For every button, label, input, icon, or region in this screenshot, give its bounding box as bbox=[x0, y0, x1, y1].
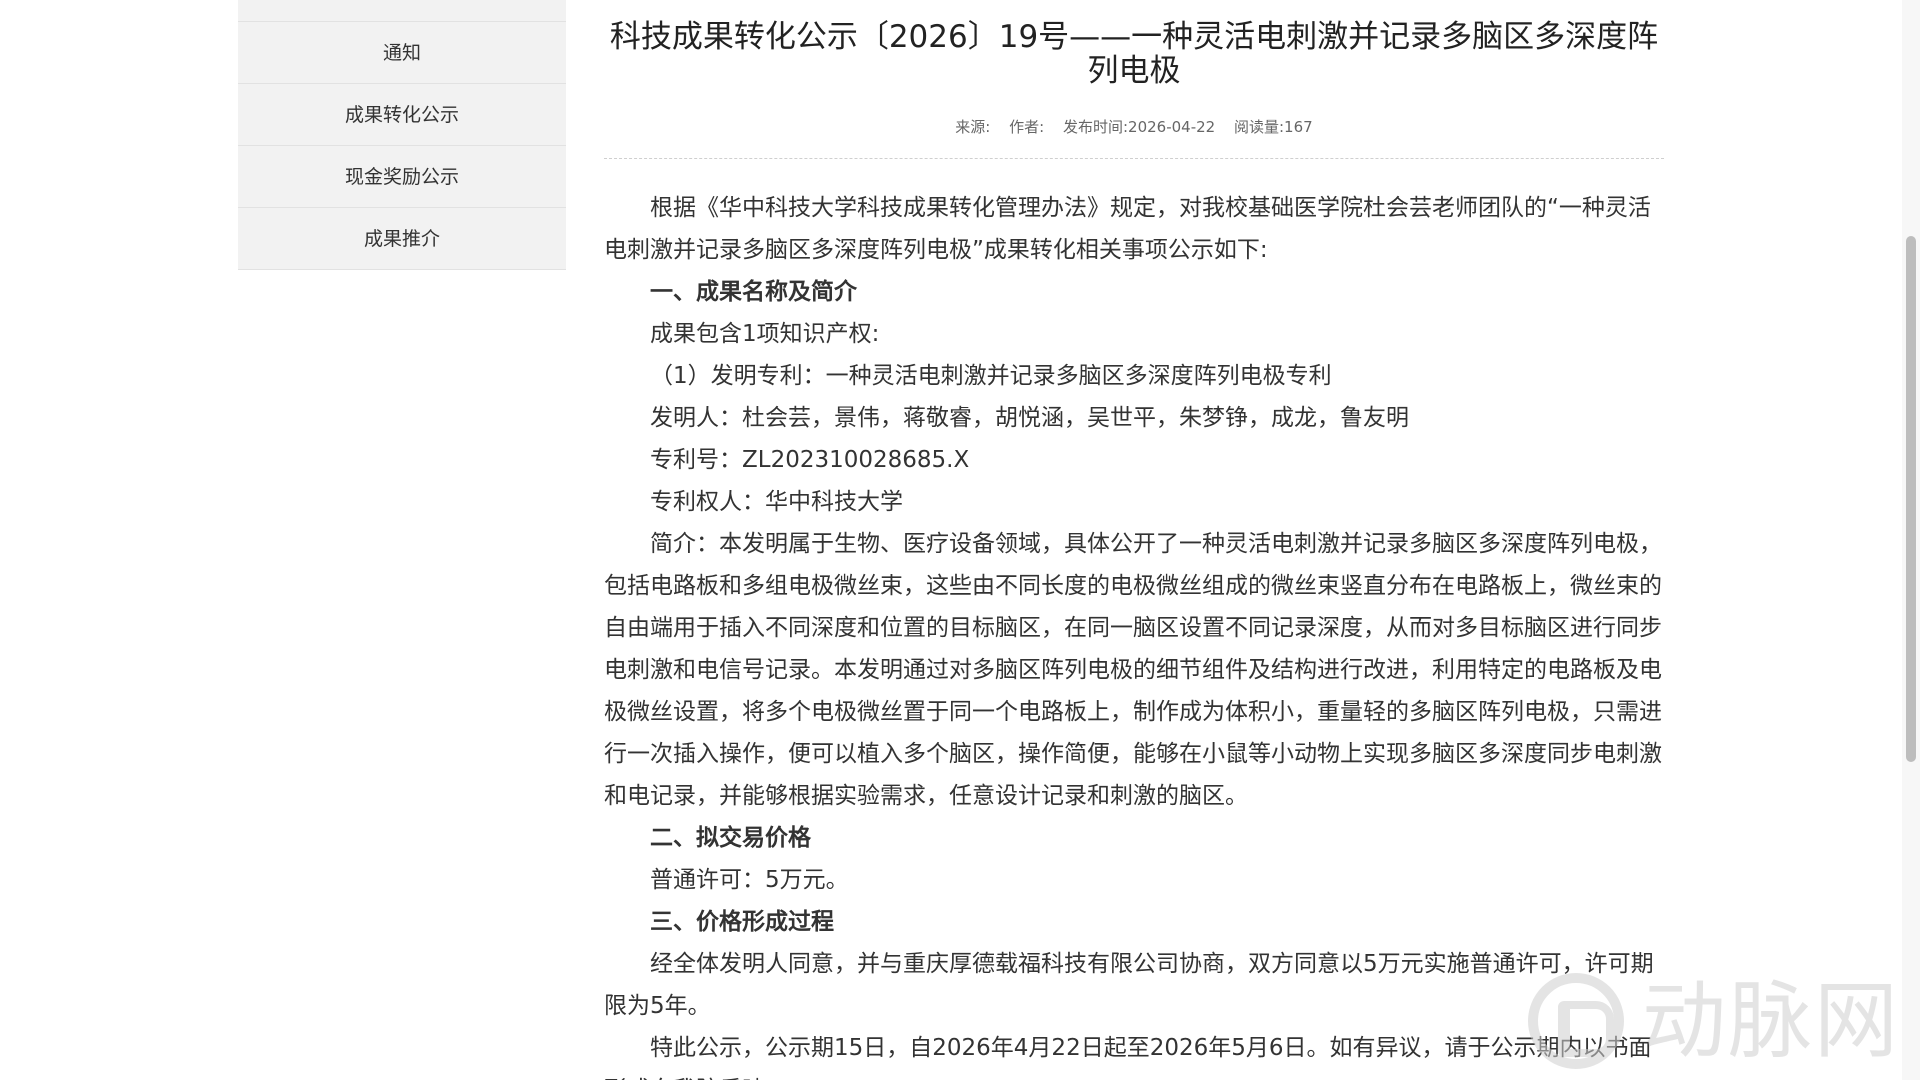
meta-views: 阅读量:167 bbox=[1234, 118, 1313, 136]
watermark-text: 动脉网 bbox=[1642, 972, 1901, 1070]
section-heading: 一、成果名称及简介 bbox=[650, 279, 857, 305]
paragraph: 专利权人：华中科技大学 bbox=[650, 489, 903, 515]
paragraph: 根据《华中科技大学科技成果转化管理办法》规定，对我校基础医学院杜会芸老师团队的“… bbox=[604, 195, 1651, 263]
paragraph: 普通许可：5万元。 bbox=[650, 867, 849, 893]
paragraph: 成果包含1项知识产权: bbox=[650, 321, 880, 347]
sidebar-item-latest-news[interactable]: 最新动态 bbox=[238, 0, 566, 22]
paragraph: 特此公示，公示期15日，自2026年4月22日起至2026年5月6日。如有异议，… bbox=[604, 1035, 1652, 1080]
watermark: 动脉网 bbox=[1528, 966, 1910, 1076]
section-heading: 三、价格形成过程 bbox=[650, 909, 834, 935]
scrollbar-track[interactable] bbox=[1902, 0, 1920, 1080]
meta-date: 发布时间:2026-04-22 bbox=[1062, 118, 1216, 136]
article-meta: 来源: 作者: 发布时间:2026-04-22 阅读量:167 bbox=[604, 116, 1664, 137]
article: 科技成果转化公示〔2026〕19号——一种灵活电刺激并记录多脑区多深度阵列电极 … bbox=[604, 20, 1664, 1080]
paragraph: 经全体发明人同意，并与重庆厚德载福科技有限公司协商，双方同意以5万元实施普通许可… bbox=[604, 951, 1654, 1019]
meta-author: 作者: bbox=[1009, 118, 1045, 136]
sidebar-item-achievement-promotion[interactable]: 成果推介 bbox=[238, 208, 566, 270]
paragraph: 简介：本发明属于生物、医疗设备领域，具体公开了一种灵活电刺激并记录多脑区多深度阵… bbox=[604, 531, 1662, 809]
sidebar-item-cash-reward-notice[interactable]: 现金奖励公示 bbox=[238, 146, 566, 208]
meta-source: 来源: bbox=[955, 118, 991, 136]
paragraph: 专利号：ZL202310028685.X bbox=[650, 447, 970, 473]
watermark-logo-icon bbox=[1528, 973, 1624, 1069]
section-heading: 二、拟交易价格 bbox=[650, 825, 811, 851]
title-divider bbox=[604, 158, 1664, 159]
paragraph: 发明人：杜会芸，景伟，蒋敬睿，胡悦涵，吴世平，朱梦铮，成龙，鲁友明 bbox=[650, 405, 1409, 431]
article-body: 根据《华中科技大学科技成果转化管理办法》规定，对我校基础医学院杜会芸老师团队的“… bbox=[604, 187, 1664, 1080]
article-title: 科技成果转化公示〔2026〕19号——一种灵活电刺激并记录多脑区多深度阵列电极 bbox=[609, 19, 1659, 89]
page: 最新动态 通知 成果转化公示 现金奖励公示 成果推介 科技成果转化公示〔2026… bbox=[0, 0, 1920, 1080]
paragraph: （1）发明专利：一种灵活电刺激并记录多脑区多深度阵列电极专利 bbox=[650, 363, 1332, 389]
sidebar-nav: 最新动态 通知 成果转化公示 现金奖励公示 成果推介 bbox=[238, 0, 566, 270]
sidebar-item-notice[interactable]: 通知 bbox=[238, 22, 566, 84]
sidebar-item-transfer-notice[interactable]: 成果转化公示 bbox=[238, 84, 566, 146]
scrollbar-thumb[interactable] bbox=[1906, 236, 1916, 762]
